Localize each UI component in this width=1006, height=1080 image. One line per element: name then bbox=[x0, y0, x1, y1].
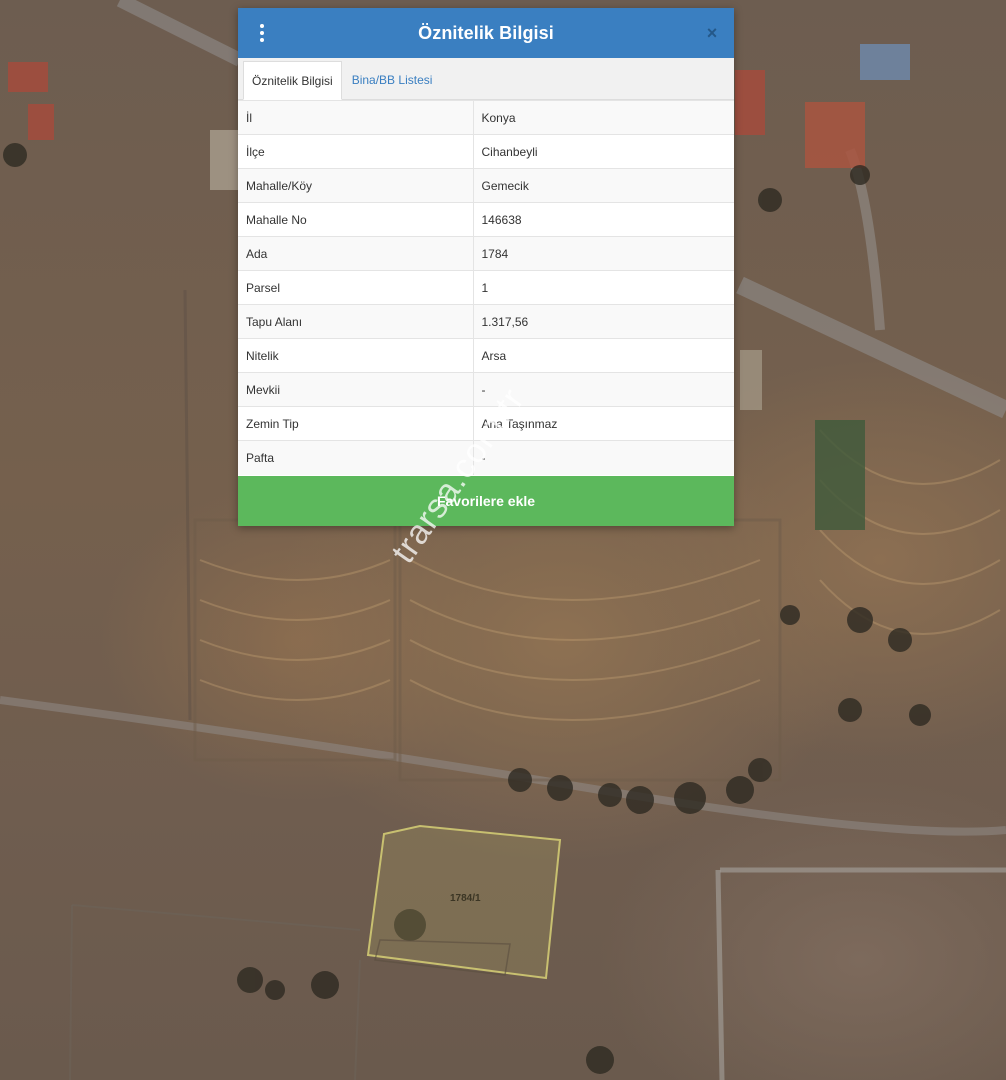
attribute-value: - bbox=[473, 440, 734, 475]
table-row: Mahalle/Köy Gemecik bbox=[238, 168, 734, 203]
attribute-table: İl Konya İlçe Cihanbeyli Mahalle/Köy Gemecik M… bbox=[238, 100, 734, 475]
table-row: Nitelik Arsa bbox=[238, 338, 734, 373]
attribute-key: Tapu Alanı bbox=[238, 304, 474, 339]
add-to-favorites-button[interactable]: Favorilere ekle bbox=[238, 476, 734, 526]
attribute-value: Ana Taşınmaz bbox=[473, 406, 734, 441]
attribute-key: Mevkii bbox=[238, 372, 474, 407]
attribute-value: Gemecik bbox=[473, 168, 734, 203]
table-row: Mahalle No 146638 bbox=[238, 202, 734, 237]
table-row: Tapu Alanı 1.317,56 bbox=[238, 304, 734, 339]
table-row: İlçe Cihanbeyli bbox=[238, 134, 734, 169]
attribute-key: Mahalle No bbox=[238, 202, 474, 237]
table-row: İl Konya bbox=[238, 100, 734, 135]
attribute-value: 1 bbox=[473, 270, 734, 305]
table-row: Parsel 1 bbox=[238, 270, 734, 305]
table-row: Mevkii - bbox=[238, 372, 734, 407]
attribute-value: - bbox=[473, 372, 734, 407]
attribute-key: İl bbox=[238, 100, 474, 135]
attribute-value: Cihanbeyli bbox=[473, 134, 734, 169]
attribute-key: İlçe bbox=[238, 134, 474, 169]
attribute-key: Ada bbox=[238, 236, 474, 271]
dialog-title: Öznitelik Bilgisi bbox=[418, 22, 554, 43]
close-icon[interactable]: × bbox=[702, 22, 722, 44]
dialog-header: Öznitelik Bilgisi × bbox=[238, 8, 734, 58]
table-row: Ada 1784 bbox=[238, 236, 734, 271]
tab-building-list[interactable]: Bina/BB Listesi bbox=[342, 61, 443, 99]
attribute-value: 1784 bbox=[473, 236, 734, 271]
tab-attribute-info[interactable]: Öznitelik Bilgisi bbox=[243, 61, 342, 100]
parcel-label: 1784/1 bbox=[450, 893, 481, 904]
kebab-menu-icon[interactable] bbox=[254, 21, 270, 45]
attribute-key: Pafta bbox=[238, 440, 474, 475]
attribute-key: Parsel bbox=[238, 270, 474, 305]
attribute-value: 1.317,56 bbox=[473, 304, 734, 339]
attribute-value: 146638 bbox=[473, 202, 734, 237]
attribute-key: Mahalle/Köy bbox=[238, 168, 474, 203]
table-row: Pafta - bbox=[238, 440, 734, 475]
attribute-key: Nitelik bbox=[238, 338, 474, 373]
attribute-value: Konya bbox=[473, 100, 734, 135]
tab-bar: Öznitelik Bilgisi Bina/BB Listesi bbox=[238, 58, 734, 100]
table-row: Zemin Tip Ana Taşınmaz bbox=[238, 406, 734, 441]
attribute-info-dialog: Öznitelik Bilgisi × Öznitelik Bilgisi Bi… bbox=[238, 8, 734, 526]
attribute-value: Arsa bbox=[473, 338, 734, 373]
attribute-key: Zemin Tip bbox=[238, 406, 474, 441]
